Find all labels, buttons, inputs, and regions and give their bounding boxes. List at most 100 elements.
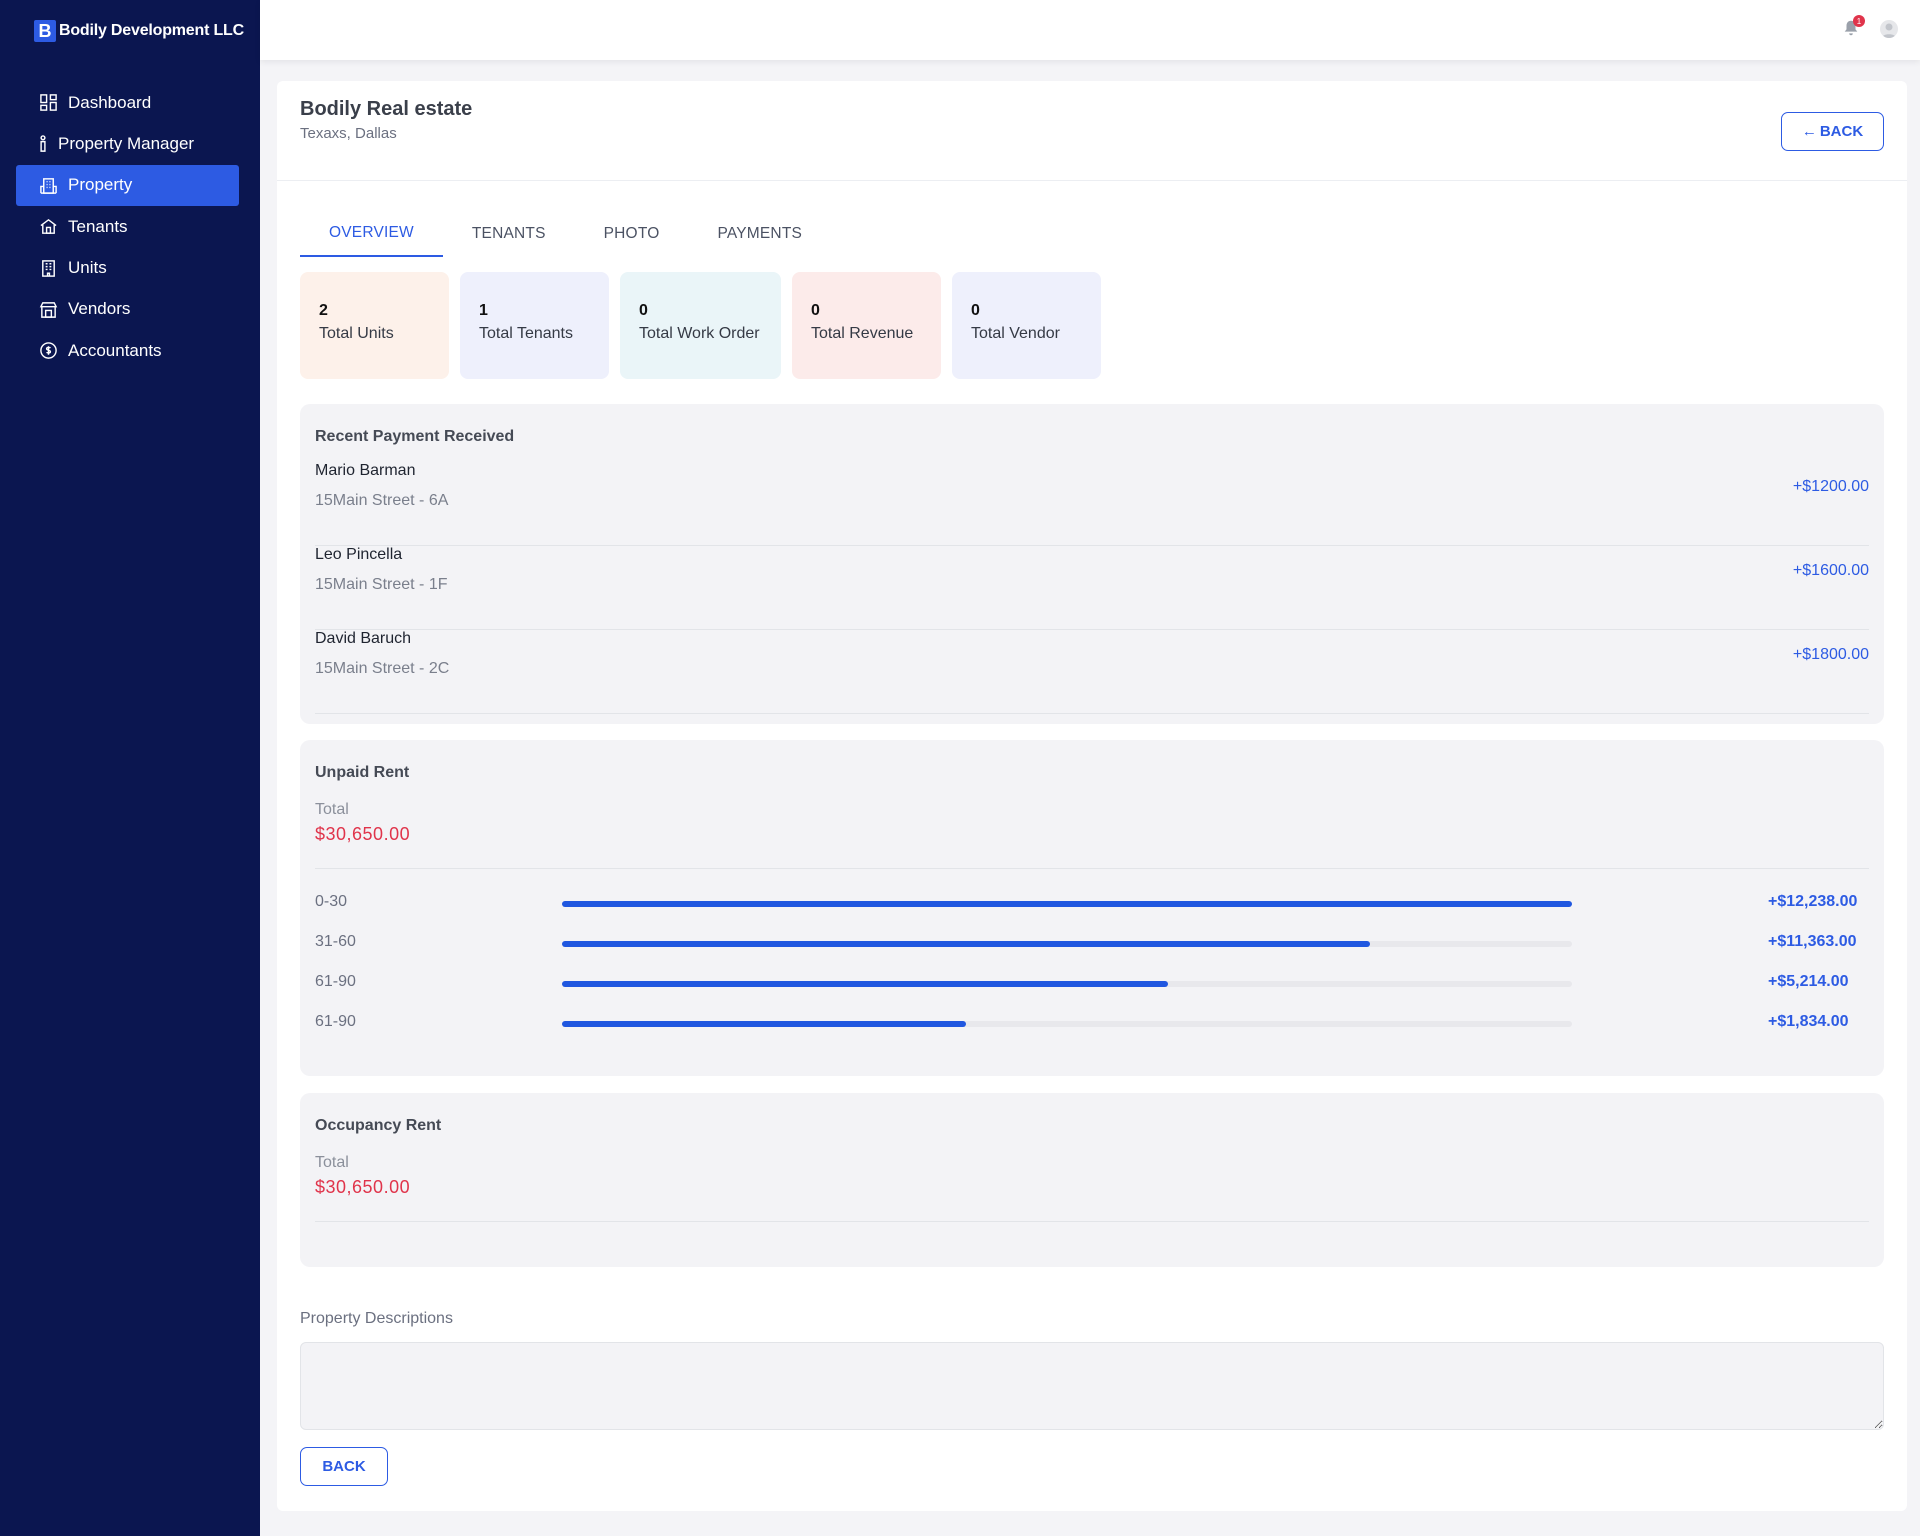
sidebar-item-label: Vendors: [68, 299, 131, 319]
stat-value: 0: [971, 302, 980, 319]
stat-label: Total Units: [319, 325, 394, 342]
occupancy-rent-panel: Occupancy Rent Total $30,650.00: [300, 1093, 1884, 1267]
arrow-left-icon: ←: [1801, 123, 1817, 140]
divider: [315, 1221, 1869, 1222]
top-bar: 1: [260, 0, 1920, 60]
page-subtitle: Texaxs, Dallas: [300, 125, 397, 142]
brand[interactable]: B Bodily Development LLC: [34, 19, 244, 43]
aging-bar-fill: [562, 1021, 966, 1027]
user-avatar-icon[interactable]: [1880, 20, 1898, 38]
stat-value: 0: [639, 302, 648, 319]
aging-bar-track: [562, 941, 1572, 947]
aging-bar-track: [562, 1021, 1572, 1027]
stat-label: Total Work Order: [639, 325, 760, 342]
tab-photo[interactable]: PHOTO: [575, 211, 689, 257]
sidebar-item-units[interactable]: Units: [16, 248, 239, 289]
sidebar-item-label: Dashboard: [68, 92, 152, 112]
property-detail-card: Bodily Real estate Texaxs, Dallas ← BACK…: [277, 81, 1907, 1511]
total-value: $30,650.00: [315, 824, 411, 844]
property-description-input[interactable]: [300, 1342, 1884, 1430]
total-label: Total: [315, 1154, 349, 1171]
stat-total-revenue: 0 Total Revenue: [792, 272, 941, 379]
payment-amount: +$1200.00: [1792, 478, 1869, 495]
unpaid-rent-panel: Unpaid Rent Total $30,650.00 0-30 +$12,2…: [300, 740, 1884, 1076]
aging-bucket-row: 61-90 +$1,834.00: [315, 1013, 1869, 1033]
office-icon: [38, 258, 58, 278]
sidebar-item-label: Units: [68, 258, 107, 278]
house-icon: [38, 217, 58, 237]
dashboard-icon: [38, 93, 58, 113]
payment-address: 15Main Street - 6A: [315, 492, 449, 509]
aging-bucket-amount: +$11,363.00: [1768, 933, 1857, 950]
payment-amount: +$1600.00: [1792, 562, 1869, 579]
aging-bucket-label: 61-90: [315, 973, 356, 990]
sidebar-item-label: Accountants: [68, 340, 162, 360]
sidebar-nav: Dashboard Property Manager Property Tena…: [16, 82, 239, 372]
brand-logo: B: [34, 20, 56, 42]
tabs: OVERVIEW TENANTS PHOTO PAYMENTS: [300, 211, 831, 257]
building-icon: [38, 175, 58, 195]
stat-label: Total Revenue: [811, 325, 914, 342]
sidebar-item-tenants[interactable]: Tenants: [16, 206, 239, 247]
store-icon: [38, 299, 58, 319]
payment-address: 15Main Street - 1F: [315, 576, 448, 593]
sidebar-item-label: Property: [68, 175, 133, 195]
stat-total-work-order: 0 Total Work Order: [620, 272, 781, 379]
back-button-bottom[interactable]: BACK: [300, 1447, 388, 1486]
aging-bucket-label: 31-60: [315, 933, 356, 950]
stats-row: 2 Total Units 1 Total Tenants 0 Total Wo…: [300, 272, 1112, 379]
payment-address: 15Main Street - 2C: [315, 660, 450, 677]
aging-bar-fill: [562, 981, 1168, 987]
dollar-circle-icon: [38, 341, 58, 361]
stat-label: Total Tenants: [479, 325, 573, 342]
page-header: Bodily Real estate Texaxs, Dallas ← BACK: [277, 81, 1907, 181]
stat-total-tenants: 1 Total Tenants: [460, 272, 609, 379]
sidebar-item-label: Tenants: [68, 216, 128, 236]
total-value: $30,650.00: [315, 1177, 411, 1197]
sidebar-item-label: Property Manager: [58, 133, 195, 153]
payment-row: Mario Barman 15Main Street - 6A +$1200.0…: [315, 462, 1869, 546]
panel-title: Unpaid Rent: [315, 764, 410, 781]
payment-tenant-name: Leo Pincella: [315, 546, 403, 563]
aging-bucket-row: 0-30 +$12,238.00: [315, 893, 1869, 913]
recent-payments-panel: Recent Payment Received Mario Barman 15M…: [300, 404, 1884, 724]
payment-row: David Baruch 15Main Street - 2C +$1800.0…: [315, 630, 1869, 714]
sidebar-item-accountants[interactable]: Accountants: [16, 330, 239, 371]
aging-bar-fill: [562, 901, 1572, 907]
panel-title: Occupancy Rent: [315, 1117, 442, 1134]
aging-bucket-label: 0-30: [315, 893, 348, 910]
aging-bucket-label: 61-90: [315, 1013, 356, 1030]
stat-total-units: 2 Total Units: [300, 272, 449, 379]
payment-amount: +$1800.00: [1792, 646, 1869, 663]
sidebar-item-dashboard[interactable]: Dashboard: [16, 82, 239, 123]
sidebar-item-property[interactable]: Property: [16, 164, 239, 206]
divider: [315, 868, 1869, 869]
sidebar-item-property-manager[interactable]: Property Manager: [16, 123, 239, 164]
back-button-label: BACK: [1819, 123, 1864, 140]
aging-bucket-row: 31-60 +$11,363.00: [315, 933, 1869, 953]
payment-row: Leo Pincella 15Main Street - 1F +$1600.0…: [315, 546, 1869, 630]
payment-tenant-name: Mario Barman: [315, 462, 416, 479]
stat-value: 2: [319, 302, 328, 319]
notification-badge: 1: [1853, 15, 1865, 27]
back-button-top[interactable]: ← BACK: [1781, 112, 1884, 151]
aging-bucket-row: 61-90 +$5,214.00: [315, 973, 1869, 993]
aging-bar-track: [562, 981, 1572, 987]
person-icon: [38, 134, 48, 154]
aging-bar-track: [562, 901, 1572, 907]
brand-name: Bodily Development LLC: [59, 22, 244, 39]
property-description-label: Property Descriptions: [300, 1310, 453, 1327]
tab-payments[interactable]: PAYMENTS: [688, 211, 831, 257]
tab-overview[interactable]: OVERVIEW: [300, 211, 443, 257]
aging-bucket-amount: +$1,834.00: [1768, 1013, 1849, 1030]
tab-tenants[interactable]: TENANTS: [443, 211, 575, 257]
aging-bar-fill: [562, 941, 1370, 947]
page-title: Bodily Real estate: [300, 98, 473, 120]
bell-icon[interactable]: 1: [1842, 15, 1865, 39]
stat-label: Total Vendor: [971, 325, 1060, 342]
stat-value: 1: [479, 302, 488, 319]
aging-bucket-amount: +$5,214.00: [1768, 973, 1849, 990]
aging-bucket-amount: +$12,238.00: [1768, 893, 1858, 910]
sidebar-item-vendors[interactable]: Vendors: [16, 289, 239, 330]
total-label: Total: [315, 801, 349, 818]
